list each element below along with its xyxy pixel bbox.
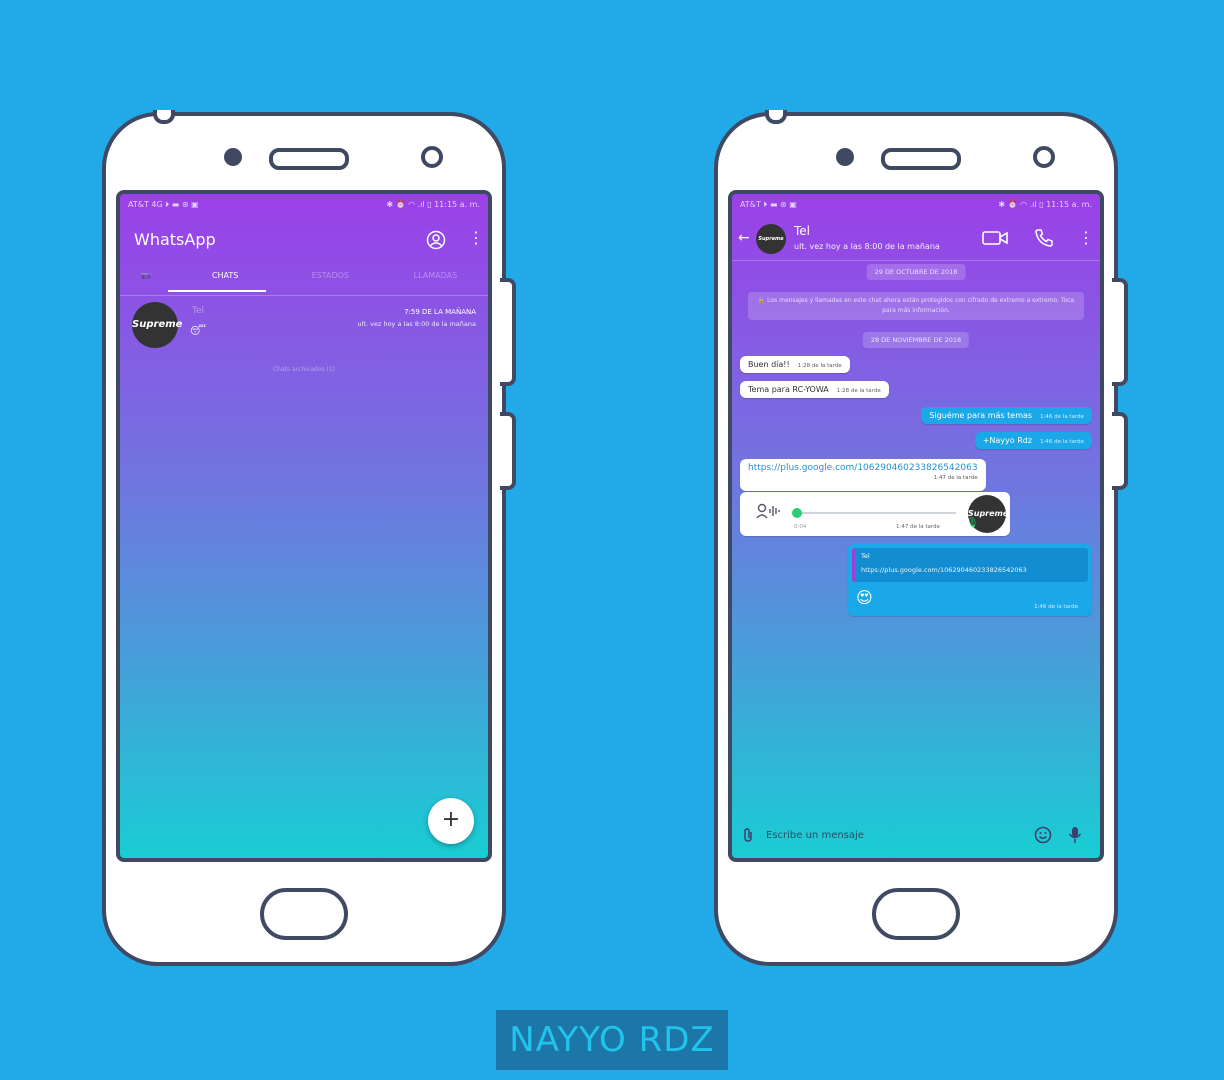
avatar[interactable]: Supreme bbox=[132, 302, 182, 348]
home-button bbox=[872, 888, 960, 940]
microphone-icon: 🎙 bbox=[966, 518, 979, 529]
chats-screen: AT&T 4G ⏵ ▬ ⊛ ▣ ✱ ⏰ ◠ .ıl ▯ 11:15 a. m. … bbox=[116, 190, 492, 862]
back-arrow-icon[interactable]: ← bbox=[738, 230, 750, 246]
earpiece-speaker bbox=[881, 148, 961, 170]
proximity-sensor bbox=[1033, 146, 1055, 168]
quoted-author: Tel bbox=[861, 552, 870, 560]
more-options-icon[interactable]: ⋮ bbox=[468, 230, 484, 246]
status-left: AT&T ⏵ ▬ ⊛ ▣ bbox=[740, 200, 797, 209]
message-text: Buen día!! bbox=[748, 360, 790, 369]
reply-emoji: 😍 bbox=[856, 588, 873, 607]
brand-watermark: NAYYO RDZ bbox=[496, 1010, 728, 1070]
archived-chats-link[interactable]: Chats archivados (1) bbox=[120, 366, 488, 373]
conversation-header: ← Supreme Tel ult. vez hoy a las 8:00 de… bbox=[732, 220, 1100, 260]
message-time: 1:47 de la tarde bbox=[896, 524, 940, 530]
phone-right: AT&T ⏵ ▬ ⊛ ▣ ✱ ⏰ ◠ .ıl ▯ 11:15 a. m. ← S… bbox=[714, 110, 1128, 966]
message-incoming-link[interactable]: https://plus.google.com/1062904602338265… bbox=[740, 459, 986, 491]
message-time: 1:46 de la tarde bbox=[1040, 439, 1084, 445]
emoji-icon[interactable] bbox=[1034, 826, 1052, 848]
volume-button bbox=[1112, 278, 1128, 386]
quoted-message[interactable]: Tel https://plus.google.com/106290460233… bbox=[852, 548, 1088, 582]
message-input[interactable]: Escribe un mensaje bbox=[766, 830, 864, 841]
phone-left: AT&T 4G ⏵ ▬ ⊛ ▣ ✱ ⏰ ◠ .ıl ▯ 11:15 a. m. … bbox=[102, 110, 516, 966]
message-time: 1:47 de la tarde bbox=[933, 475, 978, 481]
tab-camera[interactable]: 📷 bbox=[120, 264, 173, 294]
chat-preview-emoji: 😴 bbox=[190, 326, 207, 337]
date-separator: 28 DE NOVIEMBRE DE 2018 bbox=[862, 332, 970, 348]
audio-duration: 0:04 bbox=[794, 524, 807, 530]
message-time: 1:28 de la tarde bbox=[836, 388, 881, 394]
audio-progress-track[interactable] bbox=[796, 512, 956, 514]
chat-name: Tel bbox=[192, 306, 205, 316]
message-text: Siguéme para más temas bbox=[929, 411, 1033, 420]
status-right: ✱ ⏰ ◠ .ıl ▯ 11:15 a. m. bbox=[386, 200, 480, 209]
notch bbox=[765, 110, 787, 124]
status-left: AT&T 4G ⏵ ▬ ⊛ ▣ bbox=[128, 200, 199, 209]
power-button bbox=[1112, 412, 1128, 490]
home-button bbox=[260, 888, 348, 940]
message-outgoing[interactable]: Siguéme para más temas 1:46 de la tarde bbox=[921, 407, 1092, 424]
message-time: 1:46 de la tarde bbox=[1034, 604, 1078, 610]
earpiece-speaker bbox=[269, 148, 349, 170]
tab-indicator bbox=[168, 290, 266, 292]
front-camera bbox=[836, 148, 854, 166]
app-title: WhatsApp bbox=[134, 230, 216, 249]
message-input-bar: Escribe un mensaje bbox=[732, 818, 1100, 854]
proximity-sensor bbox=[421, 146, 443, 168]
message-outgoing[interactable]: +Nayyo Rdz 1:46 de la tarde bbox=[974, 432, 1092, 449]
message-incoming[interactable]: Buen día!! 1:28 de la tarde bbox=[740, 356, 850, 373]
status-bar: AT&T 4G ⏵ ▬ ⊛ ▣ ✱ ⏰ ◠ .ıl ▯ 11:15 a. m. bbox=[128, 200, 480, 214]
message-time: 1:28 de la tarde bbox=[797, 363, 842, 369]
contact-avatar[interactable]: Supreme bbox=[756, 224, 786, 254]
chat-list-item[interactable]: Supreme Tel 7:59 DE LA MAÑANA ult. vez h… bbox=[120, 302, 488, 348]
encryption-notice[interactable]: 🔒 Los mensajes y llamadas en este chat a… bbox=[748, 292, 1084, 320]
message-outgoing-reply[interactable]: Tel https://plus.google.com/106290460233… bbox=[848, 544, 1092, 616]
attach-icon[interactable] bbox=[742, 828, 754, 846]
date-separator: 29 DE OCTUBRE DE 2018 bbox=[866, 264, 966, 280]
tab-estados[interactable]: ESTADOS bbox=[278, 264, 383, 294]
new-chat-button[interactable]: + bbox=[428, 798, 474, 844]
tab-llamadas[interactable]: LLAMADAS bbox=[383, 264, 488, 294]
message-time: 1:46 de la tarde bbox=[1040, 414, 1084, 420]
more-options-icon[interactable]: ⋮ bbox=[1078, 230, 1094, 246]
message-text: +Nayyo Rdz bbox=[982, 436, 1033, 445]
audio-seek-handle[interactable] bbox=[792, 508, 802, 518]
video-call-icon[interactable] bbox=[982, 230, 1008, 249]
voice-call-icon[interactable] bbox=[1034, 228, 1054, 251]
status-right: ✱ ⏰ ◠ .ıl ▯ 11:15 a. m. bbox=[998, 200, 1092, 209]
voice-note-icon bbox=[756, 502, 782, 522]
front-camera bbox=[224, 148, 242, 166]
contact-last-seen: ult. vez hoy a las 8:00 de la mañana bbox=[794, 242, 940, 251]
message-link[interactable]: https://plus.google.com/1062904602338265… bbox=[748, 463, 978, 473]
voice-message[interactable]: 0:04 1:47 de la tarde Supreme 🎙 bbox=[740, 492, 1010, 536]
microphone-icon[interactable] bbox=[1068, 826, 1082, 848]
message-incoming[interactable]: Tema para RC-YOWA 1:28 de la tarde bbox=[740, 381, 889, 398]
message-text: Tema para RC-YOWA bbox=[748, 385, 829, 394]
divider bbox=[120, 295, 488, 296]
chat-time: 7:59 DE LA MAÑANA bbox=[404, 308, 476, 316]
power-button bbox=[500, 412, 516, 490]
volume-button bbox=[500, 278, 516, 386]
chat-last-seen: ult. vez hoy a las 8:00 de la mañana bbox=[357, 320, 476, 328]
divider bbox=[732, 260, 1100, 261]
notch bbox=[153, 110, 175, 124]
conversation-screen: AT&T ⏵ ▬ ⊛ ▣ ✱ ⏰ ◠ .ıl ▯ 11:15 a. m. ← S… bbox=[728, 190, 1104, 862]
contact-name[interactable]: Tel bbox=[794, 224, 810, 238]
status-bar: AT&T ⏵ ▬ ⊛ ▣ ✱ ⏰ ◠ .ıl ▯ 11:15 a. m. bbox=[740, 200, 1092, 214]
quoted-text: https://plus.google.com/1062904602338265… bbox=[861, 566, 1027, 574]
profile-icon[interactable] bbox=[426, 230, 446, 253]
